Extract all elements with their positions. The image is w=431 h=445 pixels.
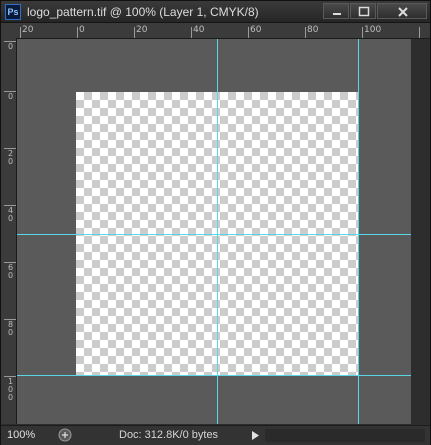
document-size-info[interactable]: Doc: 312.8K/0 bytes: [119, 429, 218, 442]
title-bar[interactable]: Ps logo_pattern.tif @ 100% (Layer 1, CMY…: [1, 1, 430, 23]
maximize-icon: [358, 6, 370, 17]
horizontal-scrollbar[interactable]: [265, 429, 425, 442]
close-icon: [398, 7, 408, 17]
ruler-label: 0: [7, 92, 14, 101]
zoom-level-field[interactable]: 100%: [7, 428, 51, 442]
ruler-label: 100: [364, 25, 382, 35]
ruler-label: 2 0: [7, 149, 14, 166]
canvas-pasteboard[interactable]: [17, 39, 411, 424]
window-title: logo_pattern.tif @ 100% (Layer 1, CMYK/8…: [27, 5, 259, 19]
horizontal-guide[interactable]: [17, 234, 411, 235]
vertical-scrollbar[interactable]: [411, 39, 430, 424]
play-arrow-icon[interactable]: [249, 429, 261, 442]
ruler-label: 8 0: [7, 320, 14, 337]
ruler-label: 0: [7, 42, 14, 51]
horizontal-ruler[interactable]: 20 0 20 40 60 80 100: [1, 23, 430, 39]
status-bar: 100% Doc: 312.8K/0 bytes: [1, 425, 430, 445]
zoom-menu-icon[interactable]: [58, 428, 72, 442]
ruler-label: 40: [193, 25, 205, 35]
ruler-label: 4 0: [7, 206, 14, 223]
minimize-icon: [333, 13, 341, 15]
maximize-button[interactable]: [350, 3, 376, 19]
ruler-label: 6 0: [7, 263, 14, 280]
minimize-button[interactable]: [323, 3, 349, 19]
ruler-label: 20: [136, 25, 148, 35]
photoshop-icon: Ps: [5, 4, 21, 20]
vertical-guide[interactable]: [358, 39, 359, 424]
vertical-ruler[interactable]: 0 0 2 0 4 0 6 0 8 0 1 0 0: [1, 38, 17, 424]
ruler-label: 20: [22, 25, 34, 35]
ruler-label: 80: [307, 25, 319, 35]
ruler-label: 60: [250, 25, 262, 35]
ruler-label: 0: [79, 25, 85, 35]
document-window: Ps logo_pattern.tif @ 100% (Layer 1, CMY…: [0, 0, 431, 445]
horizontal-guide[interactable]: [17, 375, 411, 376]
ruler-label: 1 0 0: [7, 377, 14, 402]
vertical-guide[interactable]: [217, 39, 218, 424]
close-button[interactable]: [377, 3, 427, 19]
